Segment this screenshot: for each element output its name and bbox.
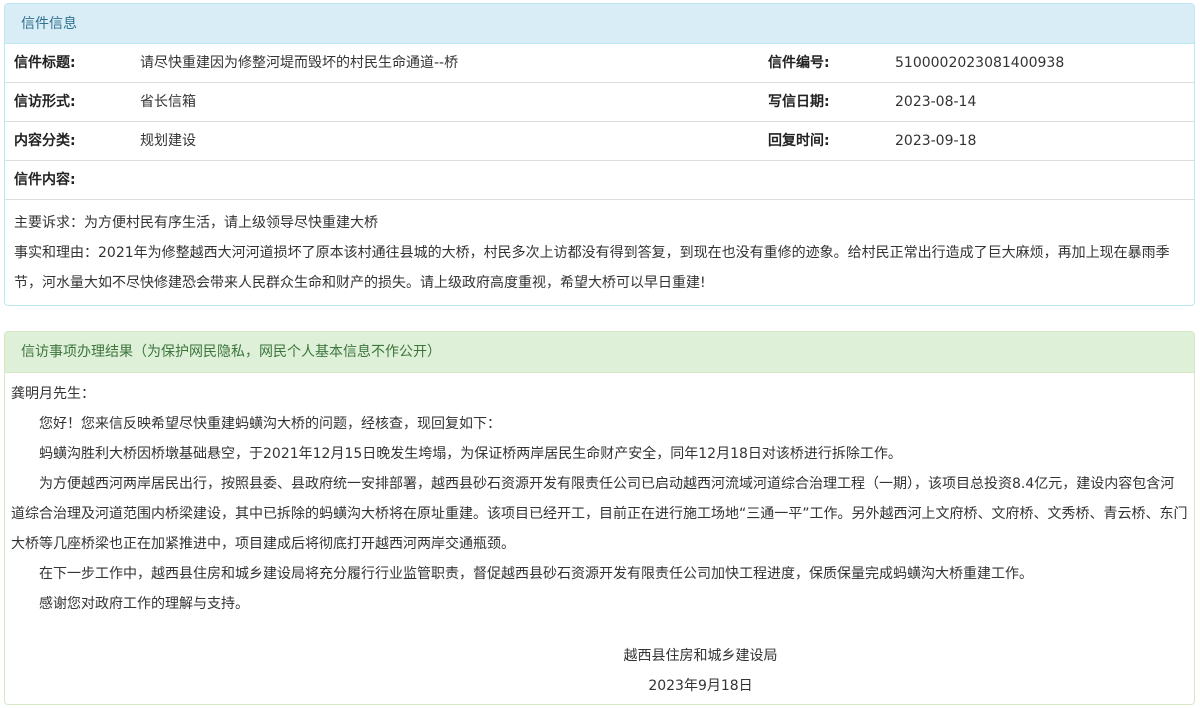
letter-row-form: 信访形式: 省长信箱 写信日期: 2023-08-14 (5, 83, 1194, 122)
reply-paragraph: 蚂蟥沟胜利大桥因桥墩基础悬空，于2021年12月15日晚发生垮塌，为保证桥两岸居… (39, 446, 902, 462)
result-heading: 信访事项办理结果（为保护网民隐私，网民个人基本信息不作公开） (5, 332, 1194, 373)
title-label: 信件标题: (14, 55, 76, 71)
reply-paragraph: 感谢您对政府工作的理解与支持。 (39, 596, 249, 612)
letter-row-category: 内容分类: 规划建设 回复时间: 2023-09-18 (5, 122, 1194, 161)
letter-info-heading: 信件信息 (5, 4, 1194, 44)
form-value: 省长信箱 (140, 94, 196, 110)
content-label: 信件内容: (14, 172, 76, 188)
write-date-value: 2023-08-14 (895, 94, 977, 110)
reply-paragraph: 在下一步工作中，越西县住房和城乡建设局将充分履行行业监管职责，督促越西县砂石资源… (39, 566, 1033, 582)
signature-org: 越西县住房和城乡建设局 (623, 648, 778, 664)
letter-content: 主要诉求：为方便村民有序生活，请上级领导尽快重建大桥 事实和理由：2021年为修… (5, 200, 1194, 298)
letter-content-reason: 事实和理由：2021年为修整越西大河河道损坏了原本该村通往县城的大桥，村民多次上… (14, 245, 1170, 291)
category-label: 内容分类: (14, 133, 76, 149)
write-date-label: 写信日期: (768, 94, 830, 110)
form-label: 信访形式: (14, 94, 76, 110)
letter-info-panel: 信件信息 信件标题: 请尽快重建因为修整河堤而毁坏的村民生命通道--桥 信件编号… (4, 3, 1195, 306)
category-value: 规划建设 (140, 133, 196, 149)
letter-content-demand: 主要诉求：为方便村民有序生活，请上级领导尽快重建大桥 (14, 215, 378, 231)
title-value: 请尽快重建因为修整河堤而毁坏的村民生命通道--桥 (140, 55, 459, 71)
reply-time-value: 2023-09-18 (895, 133, 977, 149)
reply-salutation: 龚明月先生： (11, 386, 95, 402)
reply-time-label: 回复时间: (768, 133, 830, 149)
reply-paragraph: 为方便越西河两岸居民出行，按照县委、县政府统一安排部署，越西县砂石资源开发有限责… (11, 476, 1188, 552)
reply-body: 龚明月先生： 您好！您来信反映希望尽快重建蚂蟥沟大桥的问题，经核查，现回复如下：… (5, 373, 1194, 619)
letter-number-value: 5100002023081400938 (895, 55, 1065, 71)
reply-paragraph: 您好！您来信反映希望尽快重建蚂蟥沟大桥的问题，经核查，现回复如下： (39, 416, 501, 432)
result-panel: 信访事项办理结果（为保护网民隐私，网民个人基本信息不作公开） 龚明月先生： 您好… (4, 331, 1195, 705)
letter-row-title: 信件标题: 请尽快重建因为修整河堤而毁坏的村民生命通道--桥 信件编号: 510… (5, 44, 1194, 83)
signature-date: 2023年9月18日 (648, 678, 753, 694)
letter-number-label: 信件编号: (768, 55, 830, 71)
letter-row-content-label: 信件内容: (5, 161, 1194, 200)
